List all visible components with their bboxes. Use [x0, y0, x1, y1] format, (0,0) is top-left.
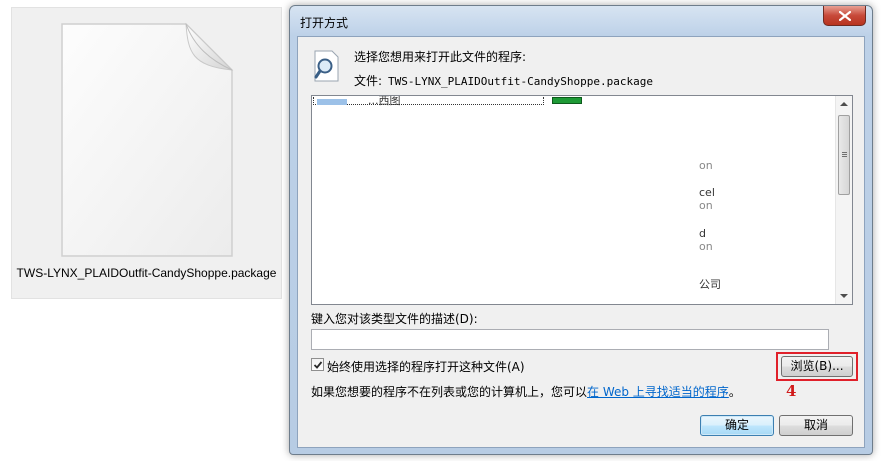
file-name-label: TWS-LYNX_PLAIDOutfit-CandyShoppe.package	[16, 266, 277, 280]
prompt-text: 选择您想用来打开此文件的程序:	[354, 50, 527, 64]
program-icon-green[interactable]	[552, 97, 582, 104]
close-icon	[839, 11, 851, 21]
cancel-button[interactable]: 取消	[779, 415, 853, 436]
list-text-fragment: on	[699, 199, 713, 212]
scrollbar-thumb[interactable]	[838, 115, 850, 195]
ok-button[interactable]: 确定	[700, 415, 774, 436]
list-text-fragment: cel	[699, 186, 715, 199]
always-use-label[interactable]: 始终使用选择的程序打开这种文件(A)	[327, 358, 525, 375]
file-label: 文件:	[354, 74, 383, 88]
description-label: 键入您对该类型文件的描述(D):	[311, 312, 478, 326]
checkmark-icon	[313, 361, 323, 369]
dialog-content: 选择您想用来打开此文件的程序: 文件: TWS-LYNX_PLAIDOutfit-…	[297, 36, 865, 448]
desktop-file-item[interactable]: TWS-LYNX_PLAIDOutfit-CandyShoppe.package	[11, 7, 282, 299]
step-number-annotation: 4	[786, 382, 797, 400]
close-button[interactable]	[823, 6, 866, 26]
web-search-link[interactable]: 在 Web 上寻找适当的程序	[587, 385, 729, 399]
blank-document-icon	[60, 22, 234, 262]
file-value: TWS-LYNX_PLAIDOutfit-CandyShoppe.package	[388, 75, 653, 88]
program-list-item-selected[interactable]	[313, 97, 544, 105]
list-text-fragment: on	[699, 159, 713, 172]
scroll-up-arrow-icon[interactable]	[836, 96, 852, 112]
dialog-title: 打开方式	[300, 16, 349, 30]
highlight-annotation-box	[776, 352, 858, 381]
magnifier-document-icon	[313, 50, 340, 82]
list-text-fragment: 公司	[699, 278, 721, 291]
info-text: 如果您想要的程序不在列表或您的计算机上，您可以在 Web 上寻找适当的程序。	[311, 383, 741, 400]
open-with-dialog: 打开方式 选择您想用来打开此文件的程序: 文件: TWS-LYNX_PLAIDOu…	[289, 5, 873, 455]
program-list-scrollbar[interactable]	[835, 96, 852, 304]
file-info: 文件: TWS-LYNX_PLAIDOutfit-CandyShoppe.pack…	[354, 72, 653, 89]
info-text-prefix: 如果您想要的程序不在列表或您的计算机上，您可以	[311, 385, 588, 399]
always-use-checkbox[interactable]	[311, 358, 324, 371]
program-icon	[317, 99, 347, 105]
program-list-item-label: ...西图	[368, 95, 401, 107]
program-list[interactable]: ...西图 on cel on d on 公司	[311, 95, 853, 305]
info-text-suffix: 。	[728, 385, 741, 399]
list-text-fragment: d	[699, 227, 706, 240]
list-text-fragment: on	[699, 240, 713, 253]
scroll-down-arrow-icon[interactable]	[836, 288, 852, 304]
description-input[interactable]	[311, 329, 829, 350]
